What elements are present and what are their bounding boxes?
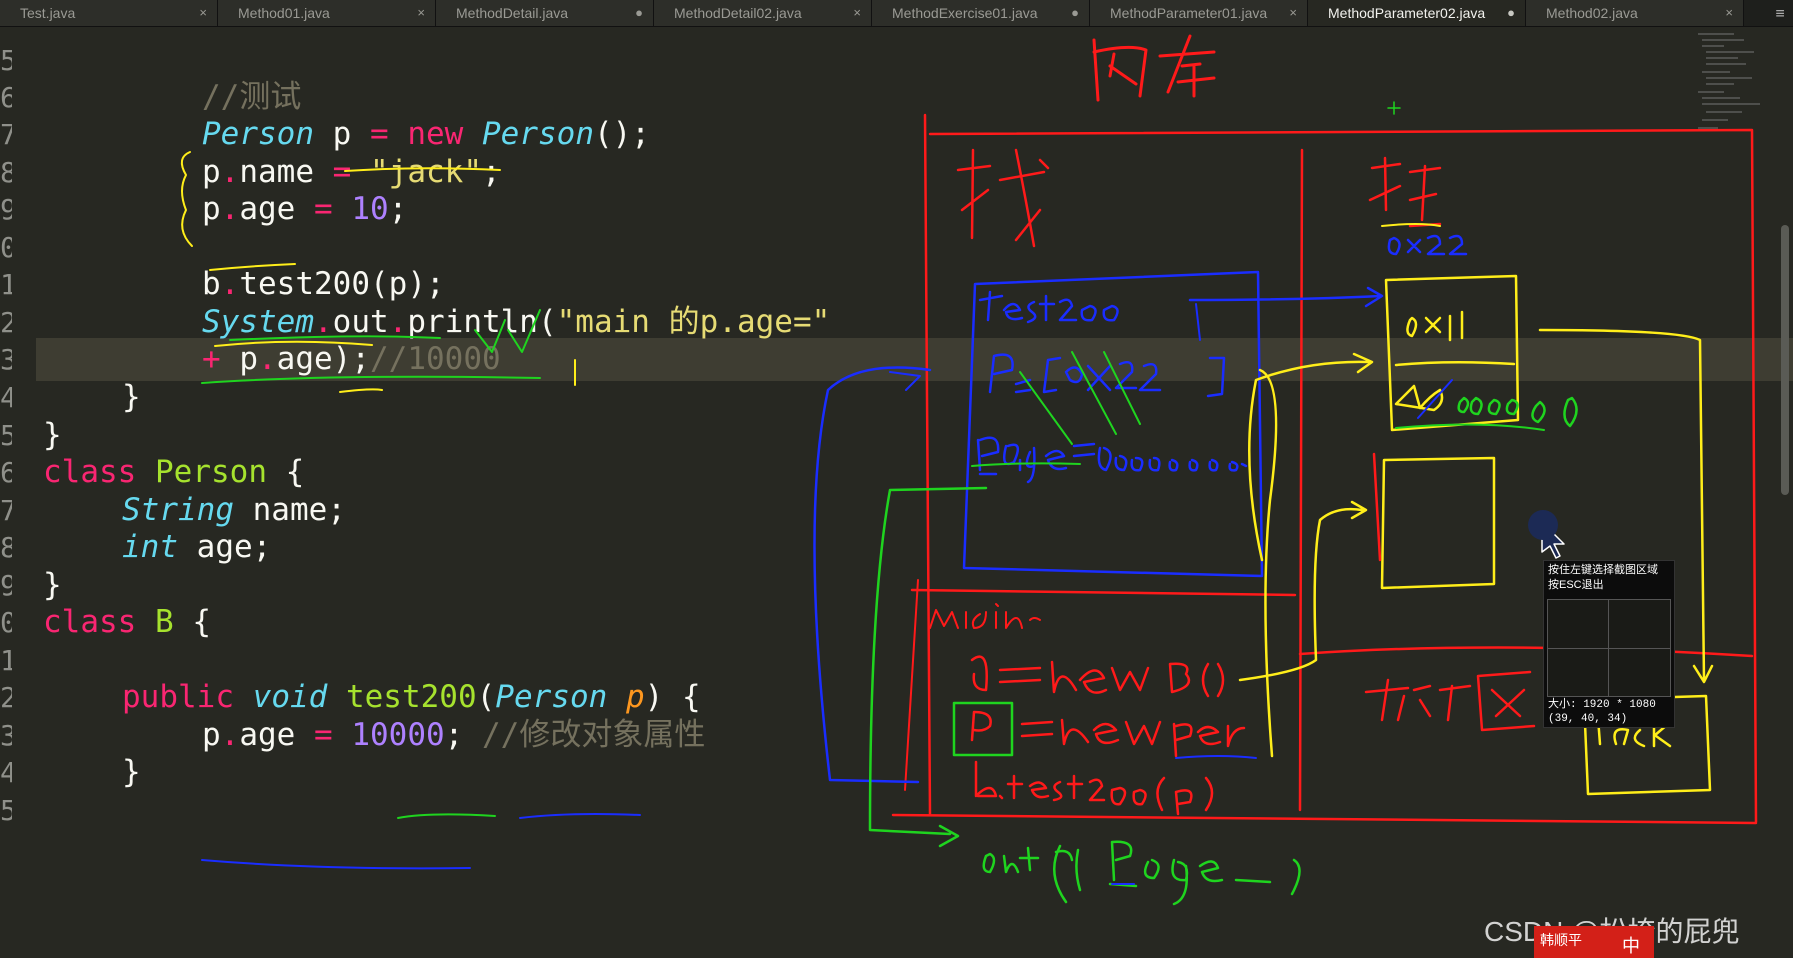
magnifier-grid <box>1547 599 1671 697</box>
logo-badge: 韩顺平中 <box>1534 926 1654 958</box>
snip-tip: 按住左键选择截图区域 按ESC退出 <box>1548 564 1658 591</box>
snip-size-readout: 大小: 1920 * 1080 (39, 40, 34) <box>1548 699 1656 725</box>
pen-annotations <box>180 34 1758 906</box>
cursor-highlight <box>1528 510 1558 540</box>
screenshot-magnifier-panel: 按住左键选择截图区域 按ESC退出 大小: 1920 * 1080 (39, 40,… <box>1543 560 1675 728</box>
